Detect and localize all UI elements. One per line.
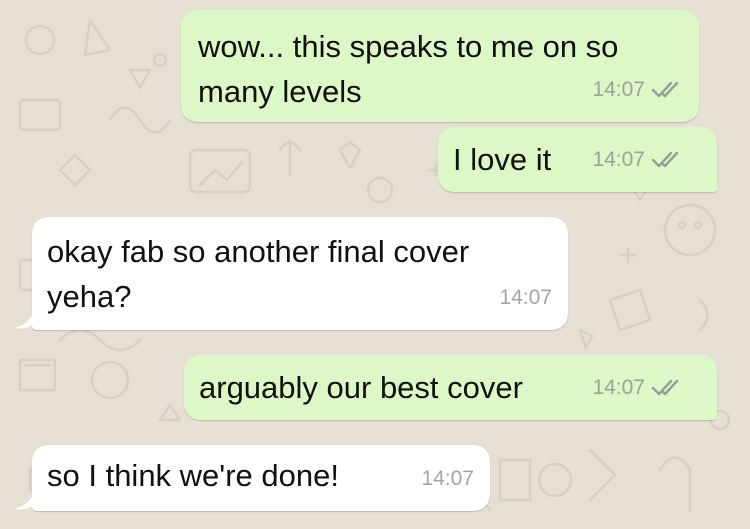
message-text: arguably our best cover <box>199 370 523 405</box>
message-meta: 14:07 <box>499 275 552 320</box>
double-check-icon <box>651 81 679 97</box>
message-bubble-outgoing[interactable]: I love it 14:07 <box>438 127 717 192</box>
double-check-icon <box>651 151 679 167</box>
bubble-tail-outgoing <box>700 172 720 191</box>
message-time: 14:07 <box>421 467 474 490</box>
message-bubble-incoming[interactable]: okay fab so another final cover yeha? 14… <box>32 217 568 330</box>
message-bubble-outgoing[interactable]: arguably our best cover 14:07 <box>184 355 717 420</box>
message-text: wow... this speaks to me on so many leve… <box>198 29 619 109</box>
message-text: I love it <box>453 142 552 177</box>
bubble-tail-outgoing <box>700 400 720 419</box>
message-text: so I think we're done! <box>47 458 339 493</box>
message-meta: 14:07 <box>592 67 683 112</box>
message-time: 14:07 <box>592 376 645 399</box>
double-check-icon <box>651 379 679 395</box>
message-bubble-outgoing[interactable]: wow... this speaks to me on so many leve… <box>181 10 699 122</box>
message-time: 14:07 <box>592 78 645 101</box>
bubble-tail-incoming <box>14 491 34 510</box>
message-bubble-incoming[interactable]: so I think we're done! 14:07 <box>32 445 490 511</box>
message-meta: 14:07 <box>592 365 683 410</box>
message-meta: 14:07 <box>592 137 683 182</box>
message-time: 14:07 <box>592 148 645 171</box>
message-time: 14:07 <box>499 286 552 309</box>
chat-area[interactable]: wow... this speaks to me on so many leve… <box>0 0 750 529</box>
message-meta: 14:07 <box>421 456 474 501</box>
bubble-tail-incoming <box>14 310 34 329</box>
message-text: okay fab so another final cover yeha? <box>47 234 470 314</box>
